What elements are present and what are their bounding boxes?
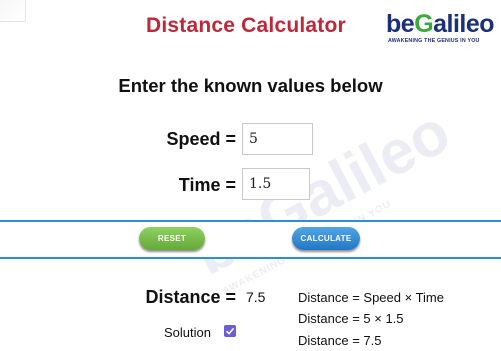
logo-wordmark: beGalileo	[386, 10, 495, 39]
solution-label: Solution	[164, 325, 211, 340]
logo-wordmark-be: be	[386, 10, 415, 38]
time-input[interactable]	[242, 168, 310, 200]
calculate-button[interactable]: CALCULATE	[292, 227, 360, 250]
page-title: Distance Calculator	[146, 14, 346, 37]
reset-button[interactable]: RESET	[139, 227, 205, 250]
time-label: Time =	[178, 175, 236, 195]
distance-result-value: 7.5	[246, 289, 266, 305]
corner-decoration	[0, 0, 26, 22]
begalileo-logo: beGalileo AWAKENING THE GENIUS IN YOU	[384, 6, 496, 48]
logo-wordmark-g: G	[414, 10, 434, 38]
logo-tagline: AWAKENING THE GENIUS IN YOU	[388, 38, 480, 44]
logo-wordmark-alileo: alileo	[433, 10, 495, 38]
speed-input[interactable]	[242, 123, 313, 155]
solution-step: Distance = 5 × 1.5	[298, 311, 404, 326]
checkmark-icon	[225, 327, 235, 335]
solution-step: Distance = 7.5	[298, 333, 382, 348]
distance-result-label: Distance =	[145, 287, 236, 307]
solution-step: Distance = Speed × Time	[298, 290, 444, 305]
solution-checkbox[interactable]	[224, 325, 236, 337]
button-band	[0, 220, 501, 259]
speed-label: Speed =	[166, 129, 236, 149]
instruction-heading: Enter the known values below	[118, 75, 383, 96]
